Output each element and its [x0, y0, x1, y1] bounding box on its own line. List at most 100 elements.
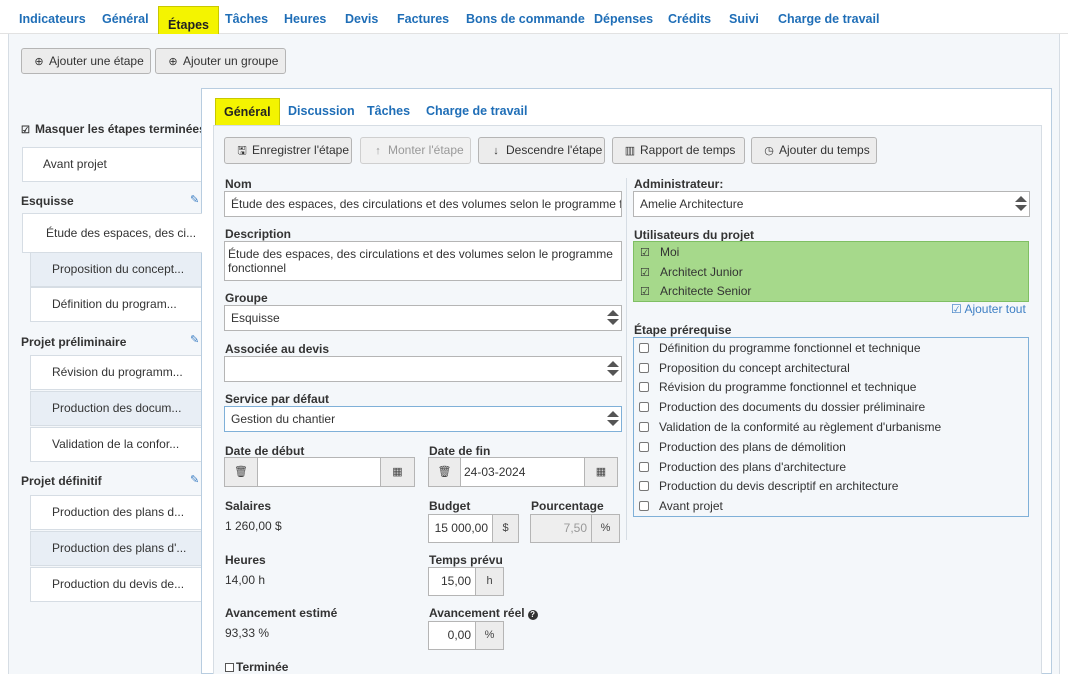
save-step-button[interactable]: 🖫 Enregistrer l'étape [224, 137, 352, 164]
tab-etapes[interactable]: Étapes [158, 6, 219, 34]
clear-end-date-button[interactable]: 🗑 [428, 457, 461, 487]
user-option[interactable]: ☑ Moi [640, 245, 679, 259]
percentage-input[interactable]: 7,50 [530, 514, 592, 543]
checkbox-icon [639, 402, 649, 412]
tab-factures[interactable]: Factures [397, 0, 449, 34]
select-arrows-icon [607, 360, 619, 378]
start-calendar-button[interactable]: ▦ [380, 457, 415, 487]
tab-charge-de-travail[interactable]: Charge de travail [778, 0, 879, 34]
add-step-button[interactable]: ⊕ Ajouter une étape [21, 48, 151, 74]
user-option-label: Architect Junior [660, 265, 743, 279]
add-group-button[interactable]: ⊕ Ajouter un groupe [155, 48, 286, 74]
subtab-charge-de-travail[interactable]: Charge de travail [426, 98, 527, 124]
group-select[interactable]: Esquisse [224, 305, 622, 331]
sidebar-item[interactable]: Validation de la confor... [30, 427, 202, 462]
prerequisite-option-label: Production des plans de démolition [659, 440, 846, 454]
sidebar-item-avant-projet[interactable]: Avant projet [22, 147, 202, 182]
checkbox-checked-icon: ☑ [640, 267, 650, 279]
sidebar-group-esquisse: Esquisse [21, 194, 74, 208]
add-all-link[interactable]: ☑ Ajouter tout [951, 302, 1026, 316]
help-icon[interactable]: ? [527, 610, 538, 620]
add-time-button[interactable]: ◷ Ajouter du temps [751, 137, 877, 164]
real-progress-input[interactable]: 0,00 [428, 621, 476, 650]
time-report-button[interactable]: ▥ Rapport de temps [612, 137, 745, 164]
end-date-input[interactable]: 24-03-2024 [460, 457, 585, 487]
planned-time-input[interactable]: 15,00 [428, 567, 476, 596]
completed-checkbox[interactable]: Terminée [225, 660, 288, 674]
sidebar-item[interactable]: Production des plans d... [30, 495, 202, 530]
tab-bons-de-commande[interactable]: Bons de commande [466, 0, 585, 34]
time-report-label: Rapport de temps [640, 143, 736, 157]
bar-chart-icon: ▥ [624, 145, 636, 157]
edit-icon[interactable]: ✎ [190, 333, 199, 346]
administrator-select[interactable]: Amelie Architecture [633, 191, 1030, 217]
real-progress-text: Avancement réel [429, 606, 525, 620]
select-arrows-icon [607, 309, 619, 327]
budget-label: Budget [429, 499, 471, 513]
select-arrows-icon [1015, 195, 1027, 213]
tab-indicateurs[interactable]: Indicateurs [19, 0, 86, 34]
prerequisite-option-label: Proposition du concept architectural [659, 361, 850, 375]
move-up-button[interactable]: ↑ Monter l'étape [360, 137, 471, 164]
edit-icon[interactable]: ✎ [190, 193, 199, 206]
hide-completed-toggle[interactable]: ☑ Masquer les étapes terminées [21, 122, 206, 136]
add-time-label: Ajouter du temps [779, 143, 870, 157]
edit-icon[interactable]: ✎ [190, 473, 199, 486]
administrator-label: Administrateur: [634, 177, 724, 191]
group-label: Groupe [225, 291, 268, 305]
checkbox-checked-icon: ☑ [640, 247, 650, 259]
add-all-label: Ajouter tout [964, 302, 1026, 316]
subtab-taches[interactable]: Tâches [367, 98, 410, 124]
move-up-label: Monter l'étape [388, 143, 464, 157]
sidebar-item[interactable]: Définition du program... [30, 287, 202, 322]
sidebar-item[interactable]: Production des docum... [30, 391, 202, 426]
tab-depenses[interactable]: Dépenses [594, 0, 653, 34]
prerequisite-option[interactable]: Production du devis descriptif en archit… [639, 479, 898, 493]
user-option[interactable]: ☑ Architect Junior [640, 265, 743, 279]
checkbox-checked-icon: ☑ [951, 302, 962, 316]
end-calendar-button[interactable]: ▦ [584, 457, 618, 487]
budget-input[interactable]: 15 000,00 [428, 514, 493, 543]
description-textarea[interactable]: Étude des espaces, des circulations et d… [224, 241, 622, 281]
sidebar-item-active[interactable]: Étude des espaces, des ci... [22, 213, 202, 253]
tab-credits[interactable]: Crédits [668, 0, 711, 34]
subtab-discussion[interactable]: Discussion [288, 98, 355, 124]
prerequisite-option-label: Révision du programme fonctionnel et tec… [659, 380, 917, 394]
checkbox-icon [639, 382, 649, 392]
subtab-general[interactable]: Général [215, 98, 280, 126]
prerequisite-option[interactable]: Proposition du concept architectural [639, 361, 850, 375]
group-select-value: Esquisse [231, 311, 280, 325]
calendar-icon: ▦ [595, 466, 607, 478]
prerequisite-option[interactable]: Avant projet [639, 499, 723, 513]
prerequisite-option[interactable]: Révision du programme fonctionnel et tec… [639, 380, 916, 394]
quote-select[interactable] [224, 356, 622, 382]
tab-heures[interactable]: Heures [284, 0, 326, 34]
plus-circle-icon: ⊕ [34, 56, 44, 68]
sidebar-item[interactable]: Production des plans d'... [30, 531, 202, 566]
hours-label: Heures [225, 553, 266, 567]
prerequisite-option[interactable]: Production des documents du dossier prél… [639, 400, 925, 414]
prerequisite-option[interactable]: Validation de la conformité au règlement… [639, 420, 941, 434]
sidebar-item[interactable]: Révision du programm... [30, 355, 202, 390]
tab-suivi[interactable]: Suivi [729, 0, 759, 34]
user-option[interactable]: ☑ Architecte Senior [640, 284, 751, 298]
sidebar-item[interactable]: Production du devis de... [30, 567, 202, 602]
prerequisite-option[interactable]: Définition du programme fonctionnel et t… [639, 341, 921, 355]
checkbox-icon [639, 363, 649, 373]
estimated-progress-label: Avancement estimé [225, 606, 338, 620]
real-progress-unit: % [475, 621, 504, 650]
name-input[interactable]: Étude des espaces, des circulations et d… [224, 191, 622, 217]
end-date-label: Date de fin [429, 444, 491, 458]
move-down-button[interactable]: ↓ Descendre l'étape [478, 137, 605, 164]
real-progress-label: Avancement réel? [429, 606, 538, 620]
sidebar-item[interactable]: Proposition du concept... [30, 252, 202, 287]
tab-taches[interactable]: Tâches [225, 0, 268, 34]
prerequisite-option[interactable]: Production des plans d'architecture [639, 460, 846, 474]
start-date-input[interactable] [257, 457, 381, 487]
checkbox-checked-icon: ☑ [640, 286, 650, 298]
tab-general[interactable]: Général [102, 0, 149, 34]
clear-start-date-button[interactable]: 🗑 [224, 457, 258, 487]
tab-devis[interactable]: Devis [345, 0, 378, 34]
service-select[interactable]: Gestion du chantier [224, 406, 622, 432]
prerequisite-option[interactable]: Production des plans de démolition [639, 440, 846, 454]
